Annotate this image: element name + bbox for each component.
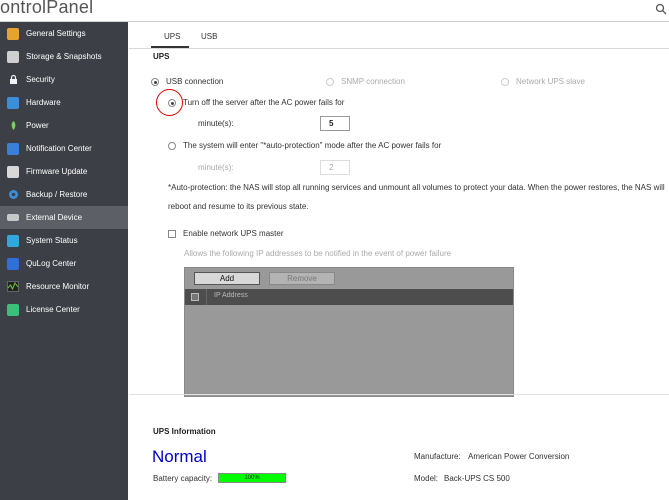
tab-divider (129, 48, 669, 49)
sidebar-item-label: Firmware Update (26, 167, 88, 176)
sidebar-item-system-status[interactable]: System Status (0, 229, 128, 252)
sidebar-item-backup-restore[interactable]: Backup / Restore (0, 183, 128, 206)
sidebar: General Settings Storage & Snapshots Sec… (0, 22, 128, 500)
sidebar-item-label: License Center (26, 305, 80, 314)
sidebar-item-power[interactable]: Power (0, 114, 128, 137)
sidebar-item-firmware-update[interactable]: Firmware Update (0, 160, 128, 183)
ups-information-title: UPS Information (153, 427, 216, 436)
sidebar-item-general-settings[interactable]: General Settings (0, 22, 128, 45)
notification-icon (7, 142, 19, 155)
usb-connection-label: USB connection (166, 77, 224, 86)
app-title: ontrolPanel (0, 0, 93, 18)
network-ups-slave-radio[interactable] (501, 78, 509, 86)
usb-connection-radio[interactable] (151, 78, 159, 86)
auto-protection-radio[interactable] (168, 142, 176, 150)
option2-minutes-input[interactable]: 2 (320, 160, 350, 175)
general-settings-icon (7, 27, 19, 40)
main-panel: UPS USB UPS USB connection SNMP connecti… (129, 22, 669, 500)
network-ups-slave-label: Network UPS slave (516, 77, 585, 86)
hardware-icon (7, 96, 19, 109)
turn-off-server-label: Turn off the server after the AC power f… (183, 98, 345, 107)
battery-capacity-bar: 100% (218, 473, 286, 483)
auto-protection-label: The system will enter "*auto-protection"… (183, 141, 442, 150)
sidebar-item-storage[interactable]: Storage & Snapshots (0, 45, 128, 68)
auto-protection-note-line2: reboot and resume to its previous state. (168, 202, 309, 211)
model-value: Back-UPS CS 500 (444, 474, 510, 483)
option1-minutes-label: minute(s): (198, 119, 234, 128)
top-bar: ontrolPanel (0, 0, 669, 22)
add-button[interactable]: Add (194, 272, 260, 285)
ip-address-column-header: IP Address (214, 292, 248, 299)
column-separator (206, 289, 207, 305)
allow-ip-label: Allows the following IP addresses to be … (184, 249, 452, 258)
manufacture-value: American Power Conversion (468, 452, 570, 461)
turn-off-server-radio[interactable] (168, 99, 176, 107)
app-title-bold: ontrol (0, 0, 47, 17)
sidebar-item-label: Notification Center (26, 144, 92, 153)
sidebar-item-label: Storage & Snapshots (26, 52, 102, 61)
sidebar-item-label: Hardware (26, 98, 61, 107)
remove-button[interactable]: Remove (269, 272, 335, 285)
tab-usb[interactable]: USB (201, 32, 217, 41)
sidebar-item-label: System Status (26, 236, 78, 245)
tab-ups[interactable]: UPS (164, 32, 180, 41)
ip-table-header: IP Address (185, 289, 513, 305)
sidebar-item-security[interactable]: Security (0, 68, 128, 91)
option2-minutes-label: minute(s): (198, 163, 234, 172)
system-status-icon (7, 234, 19, 247)
network-ups-master-label: Enable network UPS master (183, 229, 284, 238)
storage-icon (7, 50, 19, 63)
lock-icon (7, 74, 19, 86)
app-title-light: Panel (46, 0, 94, 17)
auto-protection-note-line1: *Auto-protection: the NAS will stop all … (168, 183, 665, 192)
sidebar-item-license-center[interactable]: License Center (0, 298, 128, 321)
select-all-checkbox[interactable] (191, 293, 199, 301)
snmp-connection-label: SNMP connection (341, 77, 405, 86)
firmware-icon (7, 165, 19, 178)
backup-icon (7, 189, 19, 201)
sidebar-item-label: Resource Monitor (26, 282, 90, 291)
battery-capacity-label: Battery capacity: (153, 474, 213, 483)
option1-minutes-input[interactable]: 5 (320, 116, 350, 131)
sidebar-item-resource-monitor[interactable]: Resource Monitor (0, 275, 128, 298)
qulog-icon (7, 257, 19, 270)
sidebar-item-label: External Device (26, 213, 83, 222)
manufacture-label: Manufacture: (414, 452, 461, 461)
sidebar-item-external-device[interactable]: External Device (0, 206, 128, 229)
power-icon (7, 120, 19, 132)
section-divider (129, 394, 669, 395)
external-device-icon (7, 214, 19, 221)
sidebar-item-label: Power (26, 121, 49, 130)
model-label: Model: (414, 474, 439, 483)
sidebar-item-hardware[interactable]: Hardware (0, 91, 128, 114)
network-ups-master-checkbox[interactable] (168, 230, 176, 238)
sidebar-item-label: QuLog Center (26, 259, 77, 268)
search-icon[interactable] (655, 3, 667, 15)
sidebar-item-label: Security (26, 75, 55, 84)
license-icon (7, 303, 19, 316)
ups-section-title: UPS (153, 52, 170, 61)
resource-monitor-icon (7, 281, 19, 293)
sidebar-item-label: General Settings (26, 29, 86, 38)
sidebar-item-label: Backup / Restore (26, 190, 88, 199)
sidebar-item-qulog-center[interactable]: QuLog Center (0, 252, 128, 275)
ups-status: Normal (152, 447, 207, 466)
ip-address-panel: Add Remove IP Address (184, 267, 514, 397)
sidebar-item-notification-center[interactable]: Notification Center (0, 137, 128, 160)
snmp-connection-radio[interactable] (326, 78, 334, 86)
